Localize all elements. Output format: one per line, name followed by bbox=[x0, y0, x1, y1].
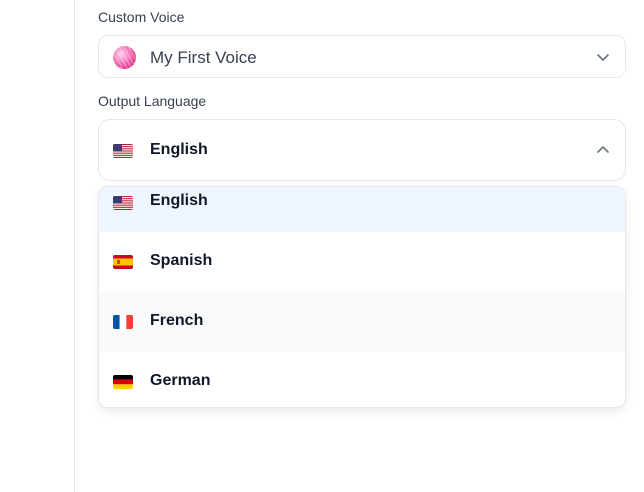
custom-voice-label: Custom Voice bbox=[98, 9, 185, 25]
output-language-select[interactable]: English bbox=[98, 119, 626, 181]
language-option-spanish[interactable]: Spanish bbox=[99, 232, 625, 292]
main-panel: Custom Voice My First Voice Output Langu… bbox=[75, 0, 644, 492]
chevron-down-icon bbox=[597, 54, 609, 61]
language-option-label: Spanish bbox=[150, 252, 213, 269]
germany-flag-icon bbox=[113, 375, 133, 389]
language-option-french[interactable]: French bbox=[99, 292, 625, 352]
language-dropdown: English Spanish French German bbox=[98, 186, 626, 408]
us-flag-icon bbox=[113, 196, 133, 210]
language-option-english[interactable]: English bbox=[99, 187, 625, 232]
sidebar bbox=[0, 0, 75, 492]
custom-voice-value: My First Voice bbox=[150, 48, 257, 67]
language-option-label: German bbox=[150, 372, 211, 389]
output-language-label: Output Language bbox=[98, 93, 207, 109]
spain-flag-icon bbox=[113, 255, 133, 269]
output-language-value: English bbox=[150, 141, 208, 158]
chevron-up-icon bbox=[597, 146, 609, 153]
language-option-german[interactable]: German bbox=[99, 352, 625, 407]
voice-avatar-icon bbox=[113, 46, 136, 69]
language-option-label: French bbox=[150, 312, 204, 329]
language-option-label: English bbox=[150, 192, 208, 209]
france-flag-icon bbox=[113, 315, 133, 329]
us-flag-icon bbox=[113, 144, 133, 158]
custom-voice-select[interactable]: My First Voice bbox=[98, 35, 626, 78]
